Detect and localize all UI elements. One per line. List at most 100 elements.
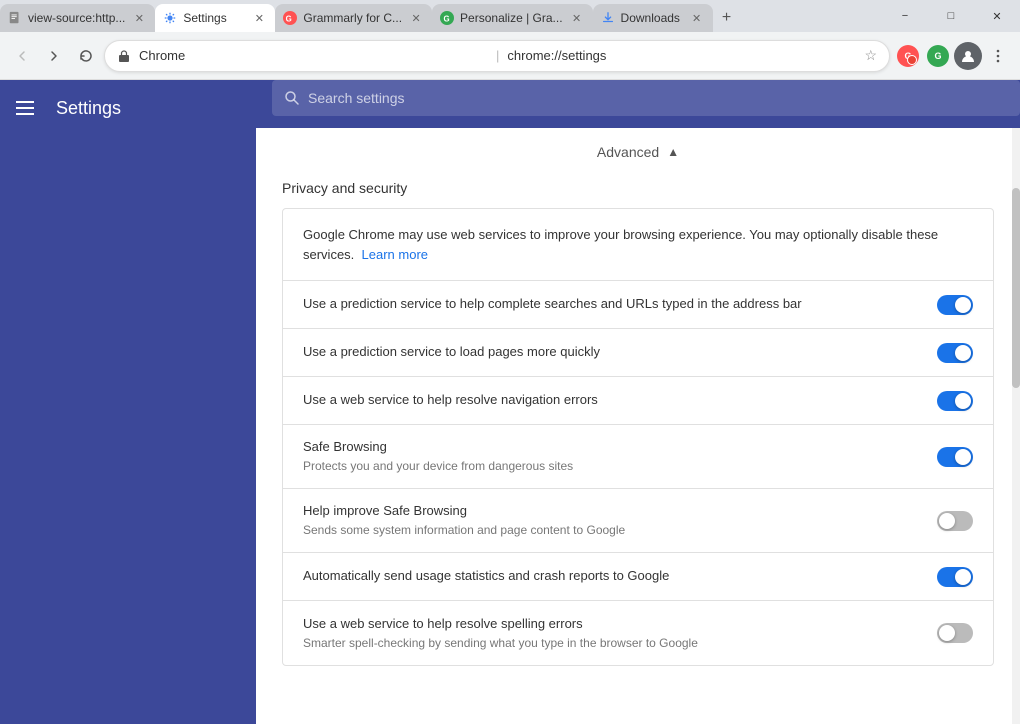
tab-view-source[interactable]: view-source:http... ✕ [0,4,155,32]
tab-personalize[interactable]: G Personalize | Gra... ✕ [432,4,593,32]
setting-row-improve-safe-browsing: Help improve Safe Browsing Sends some sy… [283,489,993,553]
back-button[interactable] [8,42,36,70]
setting-text-usage-statistics: Automatically send usage statistics and … [303,567,921,585]
page-icon [8,11,22,25]
addressbar: Chrome | chrome://settings ☆ G G [0,32,1020,80]
setting-text-navigation-errors: Use a web service to help resolve naviga… [303,391,921,409]
search-icon [284,90,300,106]
hamburger-line-1 [16,101,34,103]
g-extension-button[interactable]: G [924,42,952,70]
toggle-safe-browsing[interactable] [937,447,973,467]
hamburger-line-2 [16,107,34,109]
hamburger-button[interactable] [16,96,40,120]
setting-text-spelling-errors: Use a web service to help resolve spelli… [303,615,921,652]
reload-icon [78,48,94,64]
forward-button[interactable] [40,42,68,70]
profile-button[interactable] [954,42,982,70]
tab-personalize-close[interactable]: ✕ [569,10,585,26]
forward-icon [46,48,62,64]
tab-grammarly[interactable]: G Grammarly for C... ✕ [275,4,432,32]
personalize-icon: G [440,11,454,25]
back-icon [14,48,30,64]
toggle-prediction-pages[interactable] [937,343,973,363]
tab-grammarly-close[interactable]: ✕ [408,10,424,26]
toggle-thumb [955,297,971,313]
advanced-label: Advanced [597,144,659,160]
scrollbar-thumb[interactable] [1012,188,1020,388]
search-input[interactable] [308,90,1008,106]
advanced-section[interactable]: Advanced ▲ [282,128,994,172]
tab-settings-close[interactable]: ✕ [251,10,267,26]
grammarly-ext-icon: G [897,45,919,67]
tab-view-source-close[interactable]: ✕ [131,10,147,26]
setting-text-improve-safe-browsing: Help improve Safe Browsing Sends some sy… [303,502,921,539]
setting-main-prediction-search: Use a prediction service to help complet… [303,295,921,313]
tab-downloads-label: Downloads [621,11,683,25]
sidebar-title: Settings [56,98,121,119]
setting-text-prediction-pages: Use a prediction service to load pages m… [303,343,921,361]
url-separator: | [496,48,499,63]
scrollbar-track[interactable] [1012,128,1020,724]
tab-grammarly-label: Grammarly for C... [303,11,402,25]
ext-badge [907,55,917,65]
setting-main-usage-statistics: Automatically send usage statistics and … [303,567,921,585]
close-button[interactable]: ✕ [974,0,1020,32]
content-area[interactable]: Advanced ▲ Privacy and security Google C… [256,128,1020,724]
avatar-icon [954,42,982,70]
toggle-usage-statistics[interactable] [937,567,973,587]
advanced-arrow-icon: ▲ [667,145,679,159]
toggle-thumb [955,393,971,409]
titlebar: view-source:http... ✕ Settings ✕ G Gramm… [0,0,1020,32]
setting-row-prediction-pages: Use a prediction service to load pages m… [283,329,993,377]
tab-downloads-close[interactable]: ✕ [689,10,705,26]
info-row: Google Chrome may use web services to im… [283,209,993,281]
search-area [256,80,1020,128]
toolbar-icons: G G [894,42,1012,70]
search-input-container[interactable] [272,80,1020,116]
settings-card: Google Chrome may use web services to im… [282,208,994,666]
g-ext-icon: G [927,45,949,67]
svg-text:G: G [286,15,292,24]
setting-row-prediction-search: Use a prediction service to help complet… [283,281,993,329]
toggle-thumb [955,569,971,585]
maximize-button[interactable]: □ [928,0,974,32]
hamburger-line-3 [16,113,34,115]
toggle-navigation-errors[interactable] [937,391,973,411]
download-icon [601,11,615,25]
tab-settings[interactable]: Settings ✕ [155,4,275,32]
content-wrapper: Advanced ▲ Privacy and security Google C… [256,80,1020,724]
tabs-area: view-source:http... ✕ Settings ✕ G Gramm… [0,0,882,32]
settings-gear-icon [163,11,177,25]
sidebar: Settings [0,80,256,724]
menu-dots-icon [990,48,1006,64]
toggle-spelling-errors[interactable] [937,623,973,643]
learn-more-link[interactable]: Learn more [362,247,428,262]
url-address: chrome://settings [507,48,856,63]
setting-row-usage-statistics: Automatically send usage statistics and … [283,553,993,601]
setting-main-prediction-pages: Use a prediction service to load pages m… [303,343,921,361]
tab-settings-label: Settings [183,11,245,25]
new-tab-button[interactable]: + [713,4,741,32]
privacy-section-title: Privacy and security [282,172,994,208]
toggle-thumb [939,513,955,529]
chrome-menu-button[interactable] [984,42,1012,70]
toggle-improve-safe-browsing[interactable] [937,511,973,531]
setting-sub-improve-safe-browsing: Sends some system information and page c… [303,522,921,539]
setting-text-safe-browsing: Safe Browsing Protects you and your devi… [303,438,921,475]
bookmark-star-icon[interactable]: ☆ [864,47,877,64]
toggle-prediction-search[interactable] [937,295,973,315]
sidebar-header: Settings [0,80,256,136]
main-layout: Settings Advanced ▲ Pri [0,80,1020,724]
tab-view-source-label: view-source:http... [28,11,125,25]
setting-row-safe-browsing: Safe Browsing Protects you and your devi… [283,425,993,489]
minimize-button[interactable]: − [882,0,928,32]
setting-text-prediction-search: Use a prediction service to help complet… [303,295,921,313]
reload-button[interactable] [72,42,100,70]
content-inner: Advanced ▲ Privacy and security Google C… [258,128,1018,714]
url-bar[interactable]: Chrome | chrome://settings ☆ [104,40,890,72]
grammarly-extension-button[interactable]: G [894,42,922,70]
setting-sub-spelling-errors: Smarter spell-checking by sending what y… [303,635,921,652]
tab-downloads[interactable]: Downloads ✕ [593,4,713,32]
tab-personalize-label: Personalize | Gra... [460,11,563,25]
svg-text:G: G [444,15,450,24]
